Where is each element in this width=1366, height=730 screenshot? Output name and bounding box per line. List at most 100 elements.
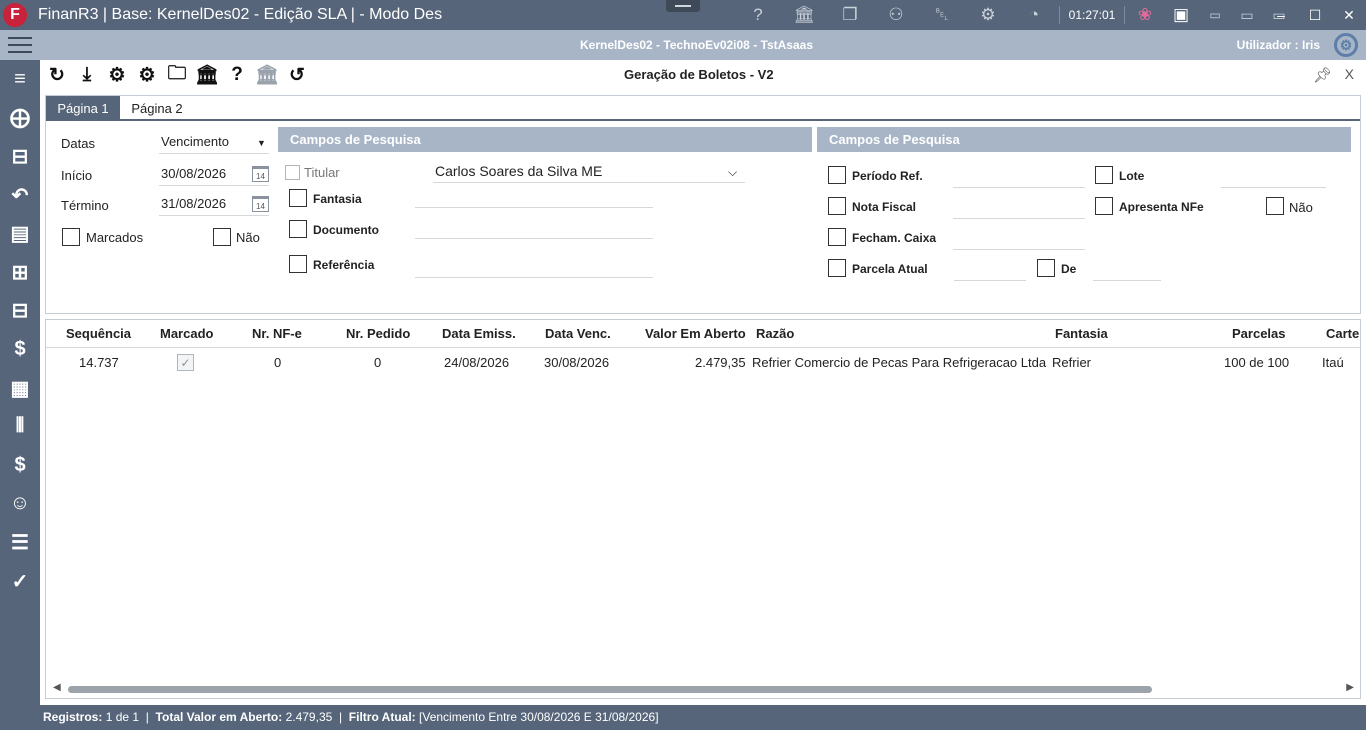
cell-fantasia: Refrier <box>1052 355 1092 370</box>
minimize-icon[interactable]: – <box>1264 0 1298 30</box>
documento-input[interactable] <box>415 217 653 239</box>
periodo-input[interactable] <box>953 166 1085 188</box>
folder-icon[interactable]: 🗀︎ <box>162 60 192 90</box>
inicio-label: Início <box>61 168 93 183</box>
lote-checkbox[interactable] <box>1095 166 1113 184</box>
download-icon[interactable]: ⤓ <box>72 60 102 90</box>
calc-remove-filter-icon[interactable]: ⊟ <box>0 292 40 331</box>
fantasia-checkbox[interactable] <box>289 189 307 207</box>
screen-small-icon[interactable]: ▭ <box>1199 0 1231 30</box>
col-razao[interactable]: Razão <box>756 326 794 341</box>
video-icon[interactable]: ▣ <box>1163 0 1199 30</box>
titular-select[interactable]: Carlos Soares da Silva ME <box>433 161 745 183</box>
col-nr-nfe[interactable]: Nr. NF-e <box>252 326 302 341</box>
calendar-icon[interactable]: 14 <box>252 166 269 182</box>
fantasia-input[interactable] <box>415 186 653 208</box>
layers-icon[interactable]: ≡ <box>0 60 40 99</box>
col-fantasia[interactable]: Fantasia <box>1055 326 1108 341</box>
scroll-left-icon[interactable]: ◀ <box>53 682 61 693</box>
close-window-icon[interactable]: ✕ <box>1332 0 1366 30</box>
nota-fiscal-checkbox[interactable] <box>828 197 846 215</box>
referencia-checkbox[interactable] <box>289 255 307 273</box>
nao-checkbox[interactable] <box>213 228 231 246</box>
fecham-caixa-checkbox[interactable] <box>828 228 846 246</box>
documento-checkbox[interactable] <box>289 220 307 238</box>
total-label: Total Valor em Aberto: <box>155 710 283 724</box>
bell-icon[interactable]: ␇ <box>919 0 965 30</box>
refresh-icon[interactable]: ↻ <box>42 60 72 90</box>
help-icon[interactable]: ? <box>222 60 252 90</box>
flow-check-icon[interactable]: ✓ <box>0 562 40 601</box>
context-label: KernelDes02 - TechnoEv02i08 - TstAsaas <box>580 38 813 52</box>
users-icon[interactable]: ☺ <box>0 485 40 524</box>
de-checkbox[interactable] <box>1037 259 1055 277</box>
marcados-checkbox[interactable] <box>62 228 80 246</box>
windows-icon[interactable]: ❐ <box>827 0 873 30</box>
col-data-venc[interactable]: Data Venc. <box>545 326 611 341</box>
tab-page-2[interactable]: Página 2 <box>124 96 190 121</box>
table-row[interactable]: 14.737 ✓ 0 0 24/08/2026 30/08/2026 2.479… <box>46 348 1360 376</box>
user-icon[interactable]: ⚇ <box>873 0 919 30</box>
nao-nfe-checkbox[interactable] <box>1266 197 1284 215</box>
col-nr-pedido[interactable]: Nr. Pedido <box>346 326 410 341</box>
undo-icon[interactable]: ↶ <box>0 176 40 215</box>
col-carteira[interactable]: Carteira <box>1326 326 1360 341</box>
referencia-input[interactable] <box>415 256 653 278</box>
calendar-icon[interactable]: 14 <box>252 196 269 212</box>
fecham-caixa-input[interactable] <box>953 228 1085 250</box>
scroll-thumb[interactable] <box>68 686 1152 693</box>
signal-icon[interactable]: ⫴ <box>0 407 40 446</box>
scroll-right-icon[interactable]: ▶ <box>1346 682 1354 693</box>
status-separator: | <box>335 710 346 724</box>
titular-checkbox[interactable] <box>285 165 300 180</box>
redo-icon[interactable]: ↺ <box>282 60 312 90</box>
termino-label: Término <box>61 198 109 213</box>
chat-icon[interactable]: ◔ <box>1011 0 1057 30</box>
pin-icon[interactable]: 📌︎ <box>1313 66 1332 84</box>
hamburger-menu-icon[interactable] <box>8 37 32 53</box>
close-form-button[interactable]: X <box>1345 66 1354 82</box>
color-wheel-icon[interactable]: ❀ <box>1127 0 1163 30</box>
maximize-icon[interactable]: ☐ <box>1298 0 1332 30</box>
save-icon[interactable]: ▤ <box>0 214 40 253</box>
gear-icon[interactable]: ⚙ <box>965 0 1011 30</box>
calculator-filter-icon[interactable]: ▦ <box>0 369 40 408</box>
apresenta-nfe-checkbox[interactable] <box>1095 197 1113 215</box>
registros-value: 1 de 1 <box>105 710 140 724</box>
col-valor-aberto[interactable]: Valor Em Aberto <box>645 326 746 341</box>
parcela-atual-input[interactable] <box>954 259 1026 281</box>
drag-handle[interactable] <box>666 0 700 12</box>
window-controls: – ☐ ✕ <box>1264 0 1366 30</box>
chevron-down-icon[interactable]: ▼ <box>257 138 266 148</box>
datas-select[interactable]: Vencimento <box>159 132 269 154</box>
calc-add-filter-icon[interactable]: ⊞ <box>0 253 40 292</box>
help-icon[interactable]: ? <box>735 0 781 30</box>
bank-calendar-icon[interactable]: 🏛︎ <box>192 60 222 90</box>
tab-page-1[interactable]: Página 1 <box>46 96 120 121</box>
calculator-remove-icon[interactable]: ⊟ <box>0 137 40 176</box>
parcela-atual-checkbox[interactable] <box>828 259 846 277</box>
screen-icon[interactable]: ▭ <box>1231 0 1263 30</box>
col-data-emiss[interactable]: Data Emiss. <box>442 326 516 341</box>
cell-valor: 2.479,35 <box>695 355 746 370</box>
lote-input[interactable] <box>1221 166 1326 188</box>
chevron-down-icon[interactable]: ⌵ <box>728 165 737 180</box>
nota-fiscal-input[interactable] <box>953 197 1085 219</box>
col-parcelas[interactable]: Parcelas <box>1232 326 1286 341</box>
cell-carteira: Itaú <box>1322 355 1344 370</box>
user-label: Utilizador : Iris <box>1236 38 1320 52</box>
list-icon[interactable]: ☰ <box>0 523 40 562</box>
dollar-filter-2-icon[interactable]: $ <box>0 446 40 485</box>
de-input[interactable] <box>1093 259 1161 281</box>
dollar-filter-icon[interactable]: $ <box>0 330 40 369</box>
horizontal-scrollbar[interactable]: ◀ ▶ <box>46 680 1360 698</box>
gear-icon[interactable]: ⚙ <box>102 60 132 90</box>
bank-icon[interactable]: 🏛︎ <box>781 0 827 30</box>
calculator-add-icon[interactable]: ⨁ <box>0 99 40 138</box>
cell-marcado-checkbox[interactable]: ✓ <box>177 354 194 371</box>
settings-wheel-icon[interactable]: ⚙ <box>1334 33 1358 57</box>
gear-dropdown-icon[interactable]: ⚙ <box>132 60 162 90</box>
periodo-checkbox[interactable] <box>828 166 846 184</box>
col-sequencia[interactable]: Sequência <box>66 326 131 341</box>
col-marcado[interactable]: Marcado <box>160 326 213 341</box>
